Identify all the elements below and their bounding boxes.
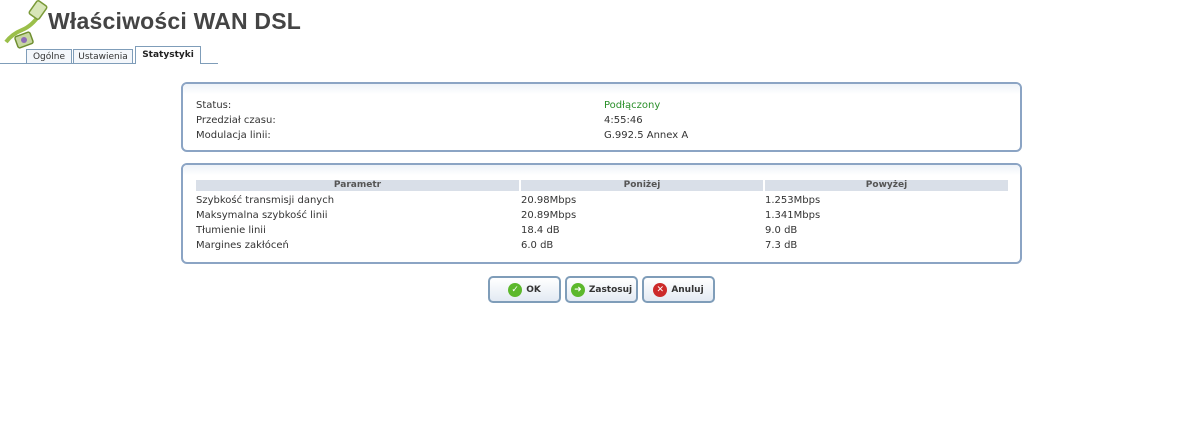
table-row-down: 20.98Mbps [521,195,577,206]
table-row-down: 20.89Mbps [521,210,577,221]
column-header-upstream: Powyżej [765,180,1008,191]
uptime-value: 4:55:46 [604,115,643,126]
ok-button-label: OK [526,284,541,295]
table-row-param: Margines zakłóceń [196,240,289,251]
ok-button[interactable]: ✓ OK [488,276,561,303]
checkmark-icon: ✓ [508,282,523,297]
table-row-down: 18.4 dB [521,225,560,236]
uptime-label: Przedział czasu: [196,115,276,126]
table-row-param: Szybkość transmisji danych [196,195,335,206]
column-header-parameter: Parametr [196,180,519,191]
apply-button-label: Zastosuj [588,284,633,295]
network-cable-icon [4,0,48,49]
modulation-value: G.992.5 Annex A [604,130,689,141]
apply-button[interactable]: ➜ Zastosuj [565,276,638,303]
column-header-downstream: Poniżej [521,180,763,191]
cancel-x-icon: ✕ [653,282,668,297]
tab-general[interactable]: Ogólne [26,49,72,63]
cancel-button-label: Anuluj [671,284,704,295]
tab-statistics[interactable]: Statystyki [135,46,201,64]
table-row-up: 1.253Mbps [765,195,821,206]
table-row-up: 7.3 dB [765,240,798,251]
status-label: Status: [196,100,232,111]
status-value: Podłączony [604,100,661,111]
modulation-label: Modulacja linii: [196,130,271,141]
table-row-up: 9.0 dB [765,225,798,236]
apply-arrow-icon: ➜ [570,282,585,297]
page-title: Właściwości WAN DSL [48,8,302,34]
tab-settings[interactable]: Ustawienia [73,49,133,63]
table-row-up: 1.341Mbps [765,210,821,221]
cancel-button[interactable]: ✕ Anuluj [642,276,715,303]
table-row-down: 6.0 dB [521,240,554,251]
status-panel [181,82,1022,152]
table-row-param: Maksymalna szybkość linii [196,210,328,221]
table-row-param: Tłumienie linii [196,225,266,236]
